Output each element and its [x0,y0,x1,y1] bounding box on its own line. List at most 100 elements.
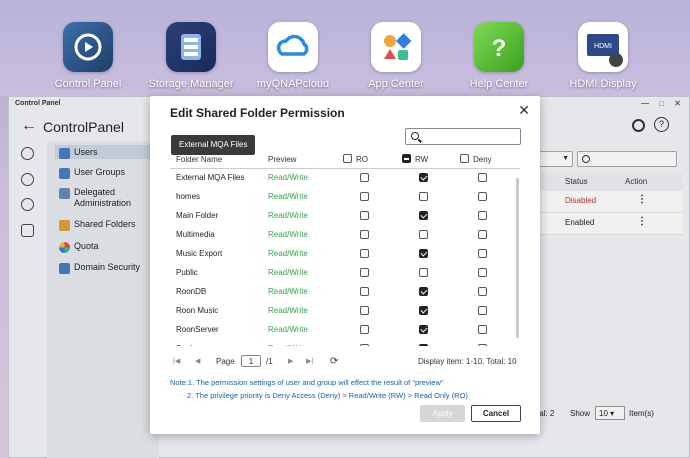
permission-table-body: External MQA Files Read/Write homes Read/Wr… [170,169,520,346]
ro-checkbox[interactable] [360,306,369,315]
next-page-icon[interactable]: ▶ [288,357,293,365]
permission-row[interactable]: Music Export Read/Write [170,245,520,264]
folder-name: Multimedia [176,230,215,239]
desktop-icon-label: Control Panel [54,78,122,90]
desktop-icon-help-center[interactable]: ? Help Center [449,22,549,90]
ro-checkbox[interactable] [360,173,369,182]
ro-checkbox[interactable] [360,249,369,258]
permission-row[interactable]: Public Read/Write [170,264,520,283]
preview-value: Read/Write [268,230,308,239]
rw-checkbox[interactable] [419,287,428,296]
column-ro: RO [356,155,368,164]
deny-checkbox[interactable] [478,306,487,315]
rw-select-all-checkbox[interactable] [402,154,411,163]
folder-name: Public [176,268,198,277]
cancel-button[interactable]: Cancel [471,405,521,422]
rw-checkbox[interactable] [419,211,428,220]
pagination: |◀ ◀ Page 1 /1 ▶ ▶| ⟳ Display item: 1-10… [170,355,520,369]
permission-row[interactable]: homes Read/Write [170,188,520,207]
ro-checkbox[interactable] [360,268,369,277]
deny-checkbox[interactable] [478,192,487,201]
app-center-icon [371,22,421,72]
deny-checkbox[interactable] [478,268,487,277]
storage-manager-icon [166,22,216,72]
display-items-text: Display item: 1-10, Total: 10 [418,357,517,366]
folder-name: Main Folder [176,211,219,220]
desktop-icon-myqnapcloud[interactable]: myQNAPcloud [243,22,343,90]
deny-checkbox[interactable] [478,230,487,239]
last-page-icon[interactable]: ▶| [306,357,313,365]
permission-row[interactable]: Multimedia Read/Write [170,226,520,245]
preview-value: Read/Write [268,344,308,346]
column-rw: RW [415,155,429,164]
permission-row[interactable]: Sooloos Read/Write [170,340,520,346]
ro-checkbox[interactable] [360,287,369,296]
prev-page-icon[interactable]: ◀ [195,357,200,365]
folder-name: RoonDB [176,287,207,296]
page-label: Page [216,357,235,366]
apply-button[interactable]: Apply [420,405,465,422]
control-panel-icon [63,22,113,72]
permission-row[interactable]: Main Folder Read/Write [170,207,520,226]
svg-text:HDMI: HDMI [594,43,612,50]
desktop-icon-label: HDMI Display [569,78,637,90]
deny-checkbox[interactable] [478,344,487,346]
deny-checkbox[interactable] [478,173,487,182]
note-line-2: 2. The privilege priority is Deny Access… [187,391,468,400]
rw-checkbox[interactable] [419,268,428,277]
deny-checkbox[interactable] [478,325,487,334]
scrollbar[interactable] [516,178,519,338]
close-icon[interactable]: ✕ [518,102,530,119]
permission-row[interactable]: RoonDB Read/Write [170,283,520,302]
desktop-icon-storage-manager[interactable]: Storage Manager [141,22,241,90]
rw-checkbox[interactable] [419,249,428,258]
page-number-input[interactable]: 1 [241,355,261,367]
preview-value: Read/Write [268,325,308,334]
deny-select-all-checkbox[interactable] [460,154,469,163]
help-icon: ? [474,22,524,72]
rw-checkbox[interactable] [419,173,428,182]
rw-checkbox[interactable] [419,306,428,315]
deny-checkbox[interactable] [478,211,487,220]
folder-name: homes [176,192,201,201]
note-line-1: Note:1. The permission settings of user … [170,378,444,387]
cloud-icon [268,22,318,72]
desktop-icon-hdmi-display[interactable]: HDMI HDMI Display [553,22,653,90]
svg-text:?: ? [492,35,507,62]
ro-select-all-checkbox[interactable] [343,154,352,163]
column-preview: Preview [268,155,297,164]
permission-row[interactable]: Roon Music Read/Write [170,302,520,321]
ro-checkbox[interactable] [360,211,369,220]
ro-checkbox[interactable] [360,192,369,201]
desktop-icon-label: Storage Manager [148,78,234,90]
refresh-icon[interactable]: ⟳ [330,356,338,367]
folder-name: Music Export [176,249,223,258]
desktop-icon-label: myQNAPcloud [256,78,330,90]
preview-value: Read/Write [268,306,308,315]
permission-row[interactable]: External MQA Files Read/Write [170,169,520,188]
folder-name: Roon Music [176,306,219,315]
ro-checkbox[interactable] [360,230,369,239]
ro-checkbox[interactable] [360,344,369,346]
deny-checkbox[interactable] [478,287,487,296]
folder-name: External MQA Files [176,173,245,182]
desktop-icon-app-center[interactable]: App Center [346,22,446,90]
folder-name: Sooloos [176,344,205,346]
edit-shared-folder-permission-dialog: Edit Shared Folder Permission ✕ External… [150,96,540,434]
desktop: Control Panel Storage Manager myQNAPclou… [0,0,690,96]
preview-value: Read/Write [268,173,308,182]
rw-checkbox[interactable] [419,344,428,346]
folder-search-input[interactable] [405,128,521,145]
rw-checkbox[interactable] [419,230,428,239]
desktop-icon-label: App Center [368,78,424,90]
first-page-icon[interactable]: |◀ [173,357,180,365]
total-pages: /1 [266,357,273,366]
rw-checkbox[interactable] [419,192,428,201]
desktop-icon-label: Help Center [469,78,529,90]
desktop-icon-control-panel[interactable]: Control Panel [38,22,138,90]
ro-checkbox[interactable] [360,325,369,334]
permission-row[interactable]: RoonServer Read/Write [170,321,520,340]
preview-value: Read/Write [268,249,308,258]
rw-checkbox[interactable] [419,325,428,334]
deny-checkbox[interactable] [478,249,487,258]
